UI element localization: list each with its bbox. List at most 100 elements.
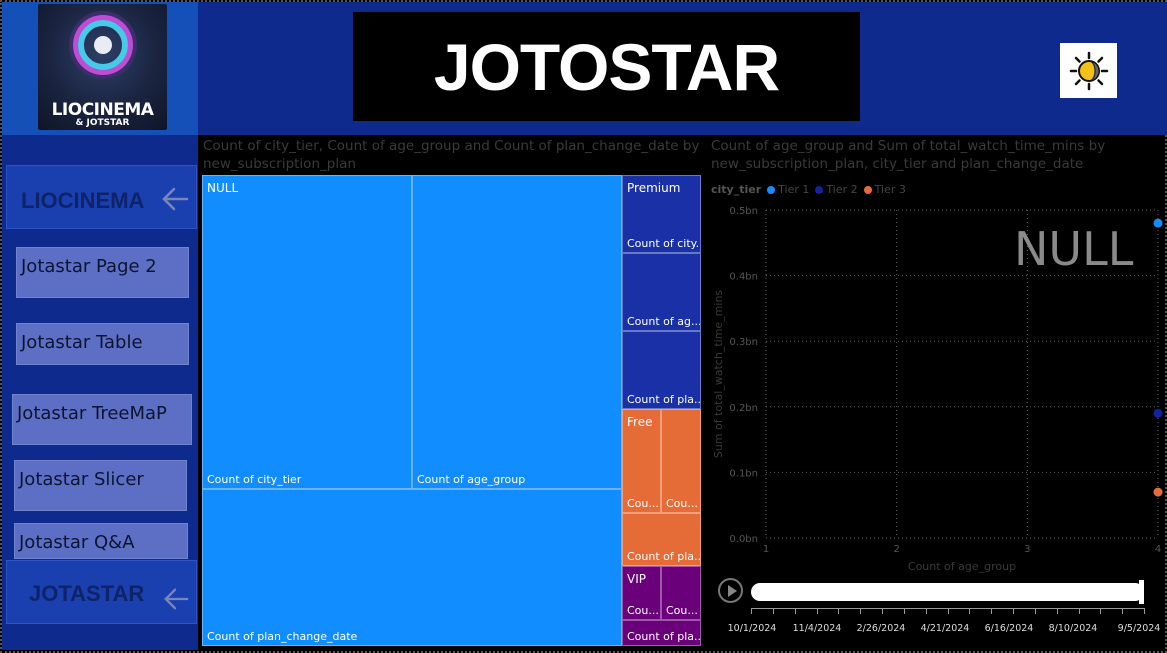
treemap-tile[interactable]: Count of age_group: [412, 175, 622, 489]
treemap-tile[interactable]: Count of plan_change_date: [202, 489, 622, 646]
play-axis-tick: [794, 608, 796, 614]
play-axis-tick: [991, 608, 993, 614]
x-tick-label: 4: [1155, 544, 1161, 555]
arrow-left-icon: [164, 588, 189, 610]
play-axis-date-label: 2/26/2024: [856, 623, 906, 634]
play-axis-tick: [1122, 608, 1124, 614]
play-axis-tick: [772, 608, 774, 614]
legend-dot: [863, 185, 872, 194]
scatter-point: [1153, 408, 1163, 418]
treemap-group-label: NULL: [207, 181, 239, 195]
treemap-visual[interactable]: NULL Count of city_tier Count of age_gro…: [202, 175, 701, 646]
logo-panel: LIOCINEMA & JOTSTAR: [2, 2, 198, 135]
scatter-point: [1153, 487, 1163, 497]
play-axis-date-label: 4/21/2024: [920, 623, 970, 634]
treemap-tile-label: Cou...: [666, 604, 698, 617]
legend-title: city_tier: [711, 182, 762, 196]
x-tick-label: 1: [763, 544, 769, 555]
play-axis-tick: [860, 608, 862, 614]
treemap-title: Count of city_tier, Count of age_group a…: [203, 138, 700, 172]
treemap-tile-label: Cou...: [627, 604, 659, 617]
legend-item[interactable]: Tier 2: [815, 182, 858, 196]
arrow-left-icon: [162, 187, 189, 211]
treemap-tile-label: Count of plan_change_date: [207, 630, 358, 643]
logo-text-sub: & JOTSTAR: [75, 118, 130, 128]
logo-text-main: LIOCINEMA: [51, 100, 154, 120]
y-tick-label: 0.4bn: [729, 272, 758, 283]
treemap-tile[interactable]: VIP Cou...: [622, 566, 661, 620]
y-tick-label: 0.5bn: [729, 206, 758, 217]
nav-button-slicer[interactable]: Jotastar Slicer: [14, 460, 187, 511]
x-tick-label: 2: [893, 544, 899, 555]
nav-button-page-2[interactable]: Jotastar Page 2: [16, 247, 189, 298]
play-button[interactable]: [718, 578, 743, 603]
treemap-tile[interactable]: Count of pla...: [622, 331, 701, 409]
play-axis-tick: [947, 608, 949, 614]
title-banner: JOTOSTAR: [353, 12, 860, 121]
play-axis-tick: [1034, 608, 1036, 614]
treemap-tile[interactable]: Count of ag...: [622, 253, 701, 331]
play-axis-tick: [969, 608, 971, 614]
nav-button-table[interactable]: Jotastar Table: [16, 323, 189, 365]
legend-item[interactable]: Tier 3: [863, 182, 906, 196]
nav-button-treemap[interactable]: Jotastar TreeMaP: [12, 394, 192, 445]
treemap-tile[interactable]: Count of pla...: [622, 513, 701, 566]
y-tick-label: 0.1bn: [729, 468, 758, 479]
treemap-tile-label: Cou...: [627, 497, 659, 510]
play-axis-tick: [1056, 608, 1058, 614]
nav-header-label: LIOCINEMA: [21, 188, 145, 213]
play-axis-date-label: 6/16/2024: [984, 623, 1034, 634]
treemap-tile[interactable]: Count of pla...: [622, 620, 701, 646]
treemap-tile-label: Count of ag...: [627, 315, 701, 328]
nav-header-jotastar[interactable]: JOTASTAR: [6, 560, 197, 624]
play-axis-tick: [816, 608, 818, 614]
legend-dot: [815, 185, 824, 194]
y-tick-label: 0.2bn: [729, 403, 758, 414]
play-axis-tick: [751, 608, 752, 614]
treemap-tile-label: Count of pla...: [627, 630, 701, 643]
legend-label: Tier 2: [826, 182, 858, 196]
play-axis-tick: [1144, 608, 1145, 614]
y-tick-label: 0.3bn: [729, 337, 758, 348]
legend-label: Tier 1: [778, 182, 810, 196]
treemap-group-label: VIP: [627, 572, 646, 586]
play-axis-handle[interactable]: [1139, 580, 1144, 604]
treemap-tile-label: Count of pla...: [627, 393, 701, 406]
app-logo: LIOCINEMA & JOTSTAR: [38, 4, 167, 130]
play-axis-tick: [1078, 608, 1080, 614]
nav-button-qa[interactable]: Jotastar Q&A: [14, 523, 188, 559]
play-axis-date-label: 11/4/2024: [792, 623, 842, 634]
x-axis-title: Count of age_group: [908, 560, 1016, 573]
treemap-tile[interactable]: Cou...: [661, 566, 701, 620]
scatter-point: [1153, 218, 1163, 228]
y-axis-title: Sum of total_watch_time_mins: [712, 290, 725, 459]
treemap-tile[interactable]: Cou...: [661, 409, 701, 513]
play-axis-date-label: 9/5/2024: [1117, 623, 1161, 634]
sun-moon-icon: [1069, 51, 1108, 90]
play-axis-date-label: 10/1/2024: [727, 623, 777, 634]
logo-core-graphic: [94, 36, 112, 54]
legend-item[interactable]: Tier 1: [767, 183, 809, 196]
play-axis-current-value: NULL: [1014, 222, 1134, 276]
nav-footer-label: JOTASTAR: [29, 581, 145, 606]
treemap-tile[interactable]: Free Cou...: [622, 409, 661, 513]
treemap-tile-label: Count of pla...: [627, 550, 701, 563]
treemap-tile[interactable]: Premium Count of city...: [622, 175, 701, 253]
y-tick-label: 0.0bn: [729, 534, 758, 545]
treemap-tile-label: Cou...: [666, 497, 698, 510]
treemap-tile[interactable]: NULL Count of city_tier: [202, 175, 412, 489]
theme-toggle-button[interactable]: [1060, 43, 1117, 98]
treemap-group-label: Premium: [627, 181, 681, 195]
legend-dot: [767, 185, 776, 194]
play-axis-date-label: 8/10/2024: [1048, 623, 1098, 634]
play-axis-track[interactable]: [751, 583, 1144, 601]
report-canvas: LIOCINEMA & JOTSTAR JOTOSTAR LIOCINEMA J…: [0, 0, 1167, 653]
treemap-group-label: Free: [627, 415, 653, 429]
play-axis-tick: [925, 608, 927, 614]
play-axis-tick: [838, 608, 840, 614]
legend-label: Tier 3: [874, 182, 906, 196]
treemap-tile-label: Count of city_tier: [207, 473, 302, 486]
treemap-tile-label: Count of city...: [627, 237, 701, 250]
nav-header-liocinema[interactable]: LIOCINEMA: [6, 165, 197, 229]
play-axis-tick: [1100, 608, 1102, 614]
